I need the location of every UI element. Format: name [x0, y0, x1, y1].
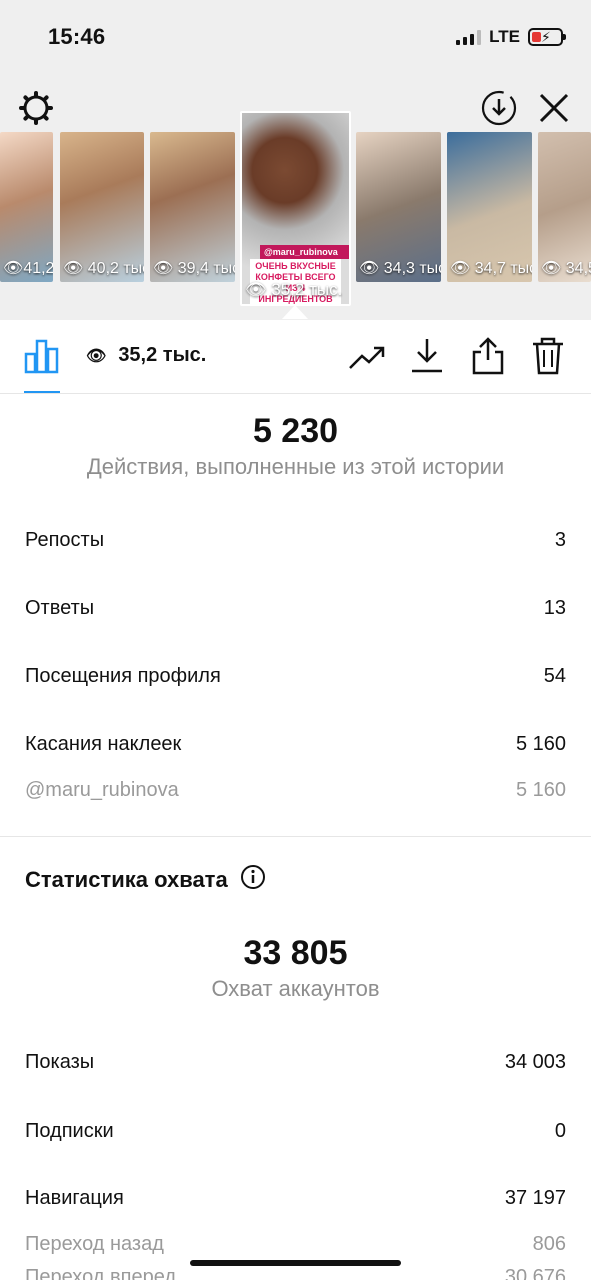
tab-underline — [24, 391, 60, 393]
eye-icon: 👁 — [86, 347, 107, 365]
story-thumbnails: 👁41,2 тыс. 👁 40,2 тыс. 👁 39,4 тыс. @maru… — [0, 111, 591, 318]
thumbnail-views: 34,5 тыс. — [565, 260, 591, 277]
bar-chart-icon[interactable] — [24, 338, 60, 374]
stat-value: 0 — [554, 1120, 566, 1142]
stat-row-reposts[interactable]: Репосты 3 — [25, 529, 566, 552]
stat-label: Подписки — [25, 1120, 114, 1142]
stat-label: Навигация — [25, 1187, 124, 1209]
stat-row-impressions[interactable]: Показы 34 003 — [25, 1051, 566, 1074]
stat-row-follows[interactable]: Подписки 0 — [25, 1120, 566, 1143]
views-count: 👁 35,2 тыс. — [86, 344, 206, 367]
stat-row-mention-sticker[interactable]: @maru_rubinova 5 160 — [25, 779, 566, 802]
stat-value: 37 197 — [504, 1187, 566, 1209]
story-thumbnail[interactable]: 👁 34,5 тыс. — [538, 132, 591, 282]
share-icon[interactable] — [469, 335, 507, 377]
reach-section-header: Статистика охвата — [25, 864, 266, 896]
section-divider — [0, 836, 591, 837]
thumbnail-views: 35,2 тыс. — [271, 280, 343, 299]
stat-value: 34 003 — [504, 1051, 566, 1073]
stat-row-profile-visits[interactable]: Посещения профиля 54 — [25, 665, 566, 688]
stat-label: Переход назад — [25, 1233, 164, 1255]
stat-value: 54 — [543, 665, 566, 687]
stat-value: 30 676 — [504, 1266, 566, 1280]
stat-label: Репосты — [25, 529, 105, 551]
stat-value: 5 160 — [515, 733, 566, 755]
mention-sticker: @maru_rubinova — [260, 245, 349, 259]
stat-row-sticker-taps[interactable]: Касания наклеек 5 160 — [25, 733, 566, 756]
trending-up-icon[interactable] — [348, 340, 386, 374]
download-icon[interactable] — [409, 336, 445, 376]
thumbnail-views: 41,2 тыс. — [23, 260, 53, 277]
stat-row-forward[interactable]: Переход вперед 30 676 — [25, 1266, 566, 1280]
battery-icon: ⚡ — [528, 28, 566, 46]
story-thumbnail[interactable]: 👁 34,3 тыс. — [356, 132, 441, 282]
story-thumbnail[interactable]: 👁 34,7 тыс. — [447, 132, 532, 282]
stat-row-navigation[interactable]: Навигация 37 197 — [25, 1187, 566, 1210]
reach-section-title: Статистика охвата — [25, 867, 228, 892]
views-count-text: 35,2 тыс. — [118, 344, 207, 366]
stat-label: Переход вперед — [25, 1266, 177, 1280]
status-time: 15:46 — [48, 24, 106, 49]
thumbnail-views: 40,2 тыс. — [87, 260, 144, 277]
thumbnail-views: 34,7 тыс. — [474, 260, 532, 277]
network-type: LTE — [489, 27, 520, 46]
story-thumbnail[interactable]: 👁 39,4 тыс. — [150, 132, 235, 282]
reach-subtitle: Охват аккаунтов — [211, 976, 380, 1001]
stat-row-back[interactable]: Переход назад 806 — [25, 1233, 566, 1256]
stat-value: 13 — [543, 597, 566, 619]
reach-total: 33 805 — [243, 934, 348, 972]
status-indicators: LTE ⚡ — [456, 27, 566, 47]
story-thumbnail[interactable]: 👁 40,2 тыс. — [60, 132, 144, 282]
home-indicator[interactable] — [190, 1260, 401, 1266]
stat-row-replies[interactable]: Ответы 13 — [25, 597, 566, 620]
thumbnail-views: 34,3 тыс. — [383, 260, 441, 277]
actions-total: 5 230 — [252, 412, 339, 450]
trash-icon[interactable] — [530, 335, 566, 377]
stat-value: 806 — [532, 1233, 566, 1255]
story-thumbnail[interactable]: 👁41,2 тыс. — [0, 132, 53, 282]
actions-subtitle: Действия, выполненные из этой истории — [86, 454, 505, 479]
story-preview-area: 15:46 LTE ⚡ 👁41,2 👁 40,2 ты 👁 39,4 ты @m… — [0, 0, 591, 320]
signal-icon — [456, 29, 482, 45]
selected-pointer — [282, 305, 308, 319]
stat-label: Посещения профиля — [25, 665, 221, 687]
info-icon[interactable] — [240, 864, 266, 896]
stat-label: Ответы — [25, 597, 95, 619]
stat-label: @maru_rubinova — [25, 779, 179, 801]
story-thumbnail-selected[interactable]: @maru_rubinova ОЧЕНЬ ВКУСНЫЕ КОНФЕТЫ ВСЕ… — [240, 111, 351, 306]
stat-value: 3 — [554, 529, 566, 551]
insights-toolbar: 👁 35,2 тыс. — [0, 320, 591, 394]
thumbnail-views: 39,4 тыс. — [177, 260, 235, 277]
stat-label: Касания наклеек — [25, 733, 182, 755]
stat-value: 5 160 — [515, 779, 566, 801]
stat-label: Показы — [25, 1051, 95, 1073]
